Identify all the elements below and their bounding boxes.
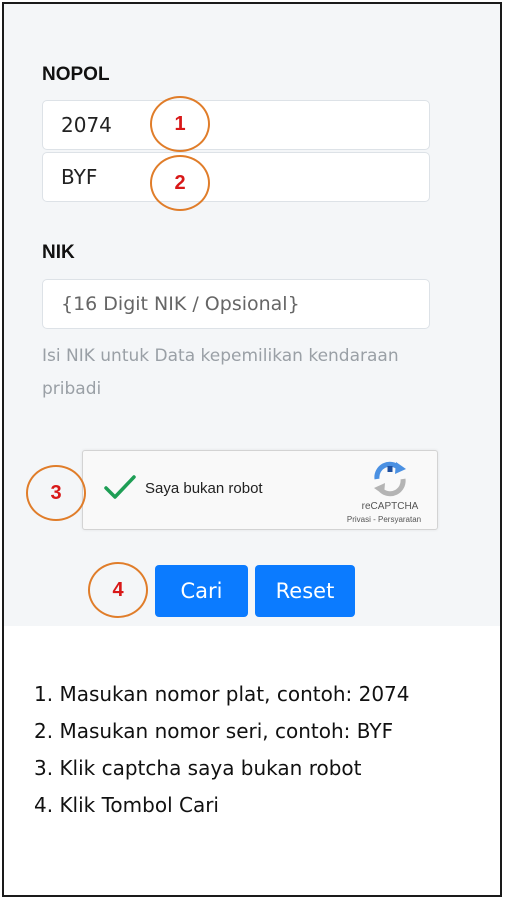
search-form: NOPOL 2074 BYF NIK {16 Digit NIK / Opsio… xyxy=(4,4,500,626)
recaptcha-logo-icon xyxy=(374,461,406,497)
recaptcha-widget[interactable]: Saya bukan robot reCAPTCHA Privasi - Per… xyxy=(82,450,438,530)
checkmark-icon[interactable] xyxy=(103,473,137,501)
instruction-item: 2. Masukan nomor seri, contoh: BYF xyxy=(34,719,394,743)
callout-marker: 3 xyxy=(26,465,86,521)
nik-input[interactable]: {16 Digit NIK / Opsional} xyxy=(42,279,430,329)
recaptcha-brand: reCAPTCHA xyxy=(361,501,419,512)
recaptcha-links[interactable]: Privasi - Persyaratan xyxy=(329,515,439,524)
reset-button[interactable]: Reset xyxy=(255,565,355,617)
instruction-item: 1. Masukan nomor plat, contoh: 2074 xyxy=(34,682,410,706)
tutorial-frame: NOPOL 2074 BYF NIK {16 Digit NIK / Opsio… xyxy=(2,2,502,897)
nopol-label: NOPOL xyxy=(42,64,110,85)
plate-number-input[interactable]: 2074 xyxy=(42,100,430,150)
instruction-item: 4. Klik Tombol Cari xyxy=(34,793,219,817)
plate-series-input[interactable]: BYF xyxy=(42,152,430,202)
nik-help-text: Isi NIK untuk Data kepemilikan kendaraan… xyxy=(42,340,442,406)
callout-marker: 1 xyxy=(150,96,210,152)
search-button[interactable]: Cari xyxy=(155,565,248,617)
callout-marker: 2 xyxy=(150,155,210,211)
callout-marker: 4 xyxy=(88,562,148,618)
nik-help-line: pribadi xyxy=(42,379,102,399)
instruction-item: 3. Klik captcha saya bukan robot xyxy=(34,756,362,780)
instruction-list: 1. Masukan nomor plat, contoh: 2074 2. M… xyxy=(34,676,410,824)
captcha-label: Saya bukan robot xyxy=(145,480,263,497)
nik-label: NIK xyxy=(42,242,75,263)
nik-help-line: Isi NIK untuk Data kepemilikan kendaraan xyxy=(42,346,399,366)
